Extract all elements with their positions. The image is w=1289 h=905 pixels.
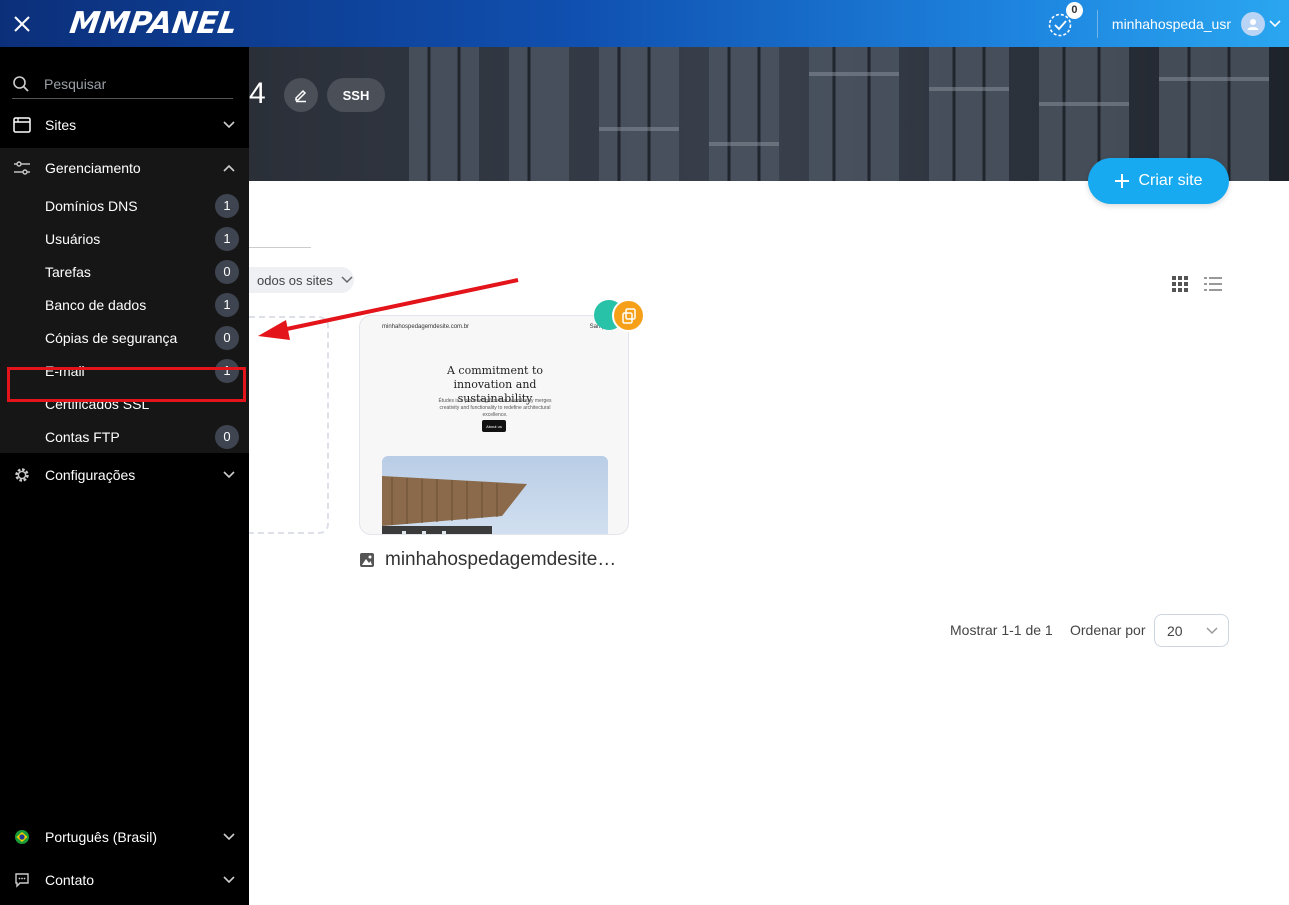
browser-icon bbox=[13, 117, 31, 133]
chevron-down-icon bbox=[223, 471, 235, 479]
sidebar-search[interactable]: Pesquisar bbox=[12, 69, 233, 99]
backup-highlight-box bbox=[7, 367, 246, 402]
chevron-down-icon bbox=[341, 276, 353, 284]
sidebar-item-label: Contato bbox=[45, 872, 95, 888]
logo[interactable]: MMPANEL bbox=[68, 6, 240, 41]
clone-site-button[interactable] bbox=[612, 299, 645, 332]
site-filter-dropdown[interactable]: odos os sites bbox=[249, 267, 354, 293]
preview-building-image bbox=[382, 456, 608, 534]
close-menu-button[interactable] bbox=[0, 0, 44, 47]
sidebar-item-backups[interactable]: Cópias de segurança 0 bbox=[0, 321, 249, 354]
top-bar: MMPANEL 0 minhahospeda_usr bbox=[0, 0, 1289, 47]
language-selector[interactable]: Português (Brasil) bbox=[0, 817, 249, 857]
user-avatar-icon bbox=[1247, 18, 1259, 30]
chevron-down-icon bbox=[1206, 626, 1218, 634]
sidebar-item-settings[interactable]: Configurações bbox=[0, 455, 249, 495]
list-view-icon bbox=[1204, 277, 1222, 291]
chevron-down-icon bbox=[223, 833, 235, 841]
sliders-icon bbox=[14, 161, 30, 175]
add-site-placeholder-card[interactable] bbox=[249, 316, 329, 534]
tasks-count-badge: 0 bbox=[1065, 1, 1083, 19]
tasks-button[interactable]: 0 bbox=[1045, 1, 1083, 39]
preview-button: About us bbox=[482, 420, 506, 432]
chat-icon bbox=[15, 873, 29, 888]
grid-view-icon bbox=[1172, 276, 1188, 292]
order-by-label: Ordenar por bbox=[1070, 622, 1146, 638]
edit-button[interactable] bbox=[284, 78, 318, 112]
site-name-row[interactable]: minhahospedagemdesite… bbox=[359, 549, 616, 571]
sidebar-item-dns-domains[interactable]: Domínios DNS 1 bbox=[0, 189, 249, 222]
grid-view-button[interactable] bbox=[1172, 276, 1189, 298]
search-icon bbox=[13, 75, 29, 92]
sidebar-item-users[interactable]: Usuários 1 bbox=[0, 222, 249, 255]
list-view-button[interactable] bbox=[1204, 276, 1222, 298]
preview-text: Études is a pioneering firm that seamles… bbox=[438, 398, 552, 418]
count-badge: 1 bbox=[215, 193, 239, 218]
sidebar-item-label: Tarefas bbox=[45, 263, 91, 280]
sidebar-item-ftp-accounts[interactable]: Contas FTP 0 bbox=[0, 420, 249, 453]
sidebar-item-label: Gerenciamento bbox=[45, 160, 141, 176]
sidebar-item-label: Domínios DNS bbox=[45, 197, 138, 214]
sidebar-item-sites[interactable]: Sites bbox=[0, 105, 249, 145]
sidebar-item-label: Configurações bbox=[45, 467, 136, 483]
chevron-up-icon bbox=[223, 164, 235, 172]
avatar[interactable] bbox=[1241, 11, 1265, 36]
copy-icon bbox=[621, 307, 636, 324]
sidebar-item-label: Cópias de segurança bbox=[45, 329, 178, 346]
preview-domain: minhahospedagemdesite.com.br bbox=[382, 324, 470, 330]
search-placeholder: Pesquisar bbox=[44, 75, 107, 92]
chevron-down-icon bbox=[223, 876, 235, 884]
close-icon bbox=[14, 15, 30, 32]
chevron-down-icon bbox=[223, 121, 235, 129]
pagination-summary: Mostrar 1-1 de 1 bbox=[950, 622, 1053, 638]
divider bbox=[1096, 9, 1098, 38]
gear-icon bbox=[15, 468, 29, 482]
count-badge: 0 bbox=[215, 325, 239, 350]
sidebar-item-label: Usuários bbox=[45, 230, 101, 247]
create-site-button[interactable]: Criar site bbox=[1088, 158, 1229, 204]
count-badge: 0 bbox=[215, 424, 239, 449]
count-badge: 1 bbox=[215, 226, 239, 251]
tab-underline bbox=[249, 247, 311, 248]
sidebar-item-contact[interactable]: Contato bbox=[0, 860, 249, 900]
page-size-select[interactable]: 20 bbox=[1154, 614, 1229, 647]
chevron-down-icon[interactable] bbox=[1269, 19, 1281, 28]
language-label: Português (Brasil) bbox=[45, 829, 158, 845]
sidebar: Pesquisar Sites Gerenciamento Domínios D… bbox=[0, 47, 249, 905]
ssh-button[interactable]: SSH bbox=[327, 78, 385, 112]
sidebar-item-databases[interactable]: Banco de dados 1 bbox=[0, 288, 249, 321]
sidebar-item-tasks[interactable]: Tarefas 0 bbox=[0, 255, 249, 288]
count-badge: 0 bbox=[215, 259, 239, 284]
sidebar-item-management[interactable]: Gerenciamento bbox=[0, 148, 249, 188]
edit-icon bbox=[295, 89, 307, 103]
page-size-value: 20 bbox=[1167, 622, 1183, 639]
image-icon bbox=[360, 553, 374, 567]
sidebar-item-label: Contas FTP bbox=[45, 428, 120, 445]
create-site-label: Criar site bbox=[1138, 172, 1203, 189]
site-filter-label: odos os sites bbox=[257, 272, 333, 288]
sidebar-item-label: Banco de dados bbox=[45, 296, 147, 313]
count-badge: 1 bbox=[215, 292, 239, 317]
page-title-fragment: 4 bbox=[249, 77, 266, 110]
brazil-flag-icon bbox=[15, 830, 29, 844]
sidebar-item-label: Sites bbox=[45, 117, 77, 133]
plus-icon bbox=[1115, 174, 1130, 188]
username[interactable]: minhahospeda_usr bbox=[1112, 16, 1231, 32]
site-card[interactable]: minhahospedagemdesite.com.br Sample A co… bbox=[359, 315, 629, 535]
site-name[interactable]: minhahospedagemdesite… bbox=[385, 549, 616, 571]
